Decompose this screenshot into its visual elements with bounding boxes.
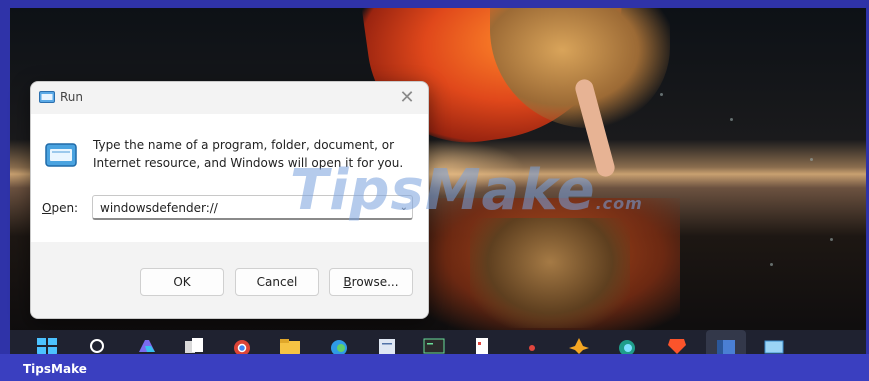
edge-dev-icon[interactable] — [615, 336, 639, 354]
wallpaper-reflection-fabric — [470, 218, 630, 328]
task-view-icon[interactable] — [182, 336, 206, 354]
open-input-value[interactable]: windowsdefender:// — [100, 201, 218, 215]
taskbar — [10, 330, 866, 354]
browse-button[interactable]: Browse... — [329, 268, 413, 296]
close-icon: ✕ — [399, 87, 415, 108]
run-dialog-titlebar[interactable]: Run ✕ — [31, 82, 428, 114]
run-dialog-footer: OK Cancel Browse... — [31, 242, 428, 318]
run-program-icon — [45, 143, 77, 167]
search-icon[interactable] — [85, 336, 109, 354]
wallpaper-sparkle — [830, 238, 833, 241]
brave-icon[interactable] — [665, 336, 689, 354]
app-icon[interactable] — [470, 336, 494, 354]
run-icon — [39, 91, 55, 103]
edge-icon[interactable] — [327, 336, 351, 354]
tipsmake-watermark: TipsMake.com — [290, 158, 643, 223]
close-button[interactable]: ✕ — [394, 86, 420, 110]
wallpaper-sparkle — [810, 158, 813, 161]
terminal-icon[interactable] — [422, 336, 446, 354]
watermark-text: TipsMake — [290, 158, 596, 223]
browse-mnemonic: B — [343, 275, 352, 289]
ok-button[interactable]: OK — [140, 268, 224, 296]
wallpaper-sparkle — [660, 93, 663, 96]
watermark-suffix: .com — [595, 194, 643, 213]
browse-label: rowse... — [351, 275, 399, 289]
brand-bar: TipsMake — [0, 354, 869, 381]
open-label: Open: — [42, 201, 78, 215]
wallpaper-sparkle — [770, 263, 773, 266]
start-icon[interactable] — [35, 336, 59, 354]
cancel-button[interactable]: Cancel — [235, 268, 319, 296]
notepad-icon[interactable] — [375, 336, 399, 354]
paint-icon[interactable] — [520, 336, 544, 354]
chrome-icon[interactable] — [230, 336, 254, 354]
open-label-text: pen: — [51, 201, 79, 215]
brand-label: TipsMake — [23, 362, 87, 376]
photos-icon[interactable] — [567, 336, 591, 354]
remote-desktop-icon[interactable] — [762, 336, 786, 354]
wallpaper-sparkle — [730, 118, 733, 121]
file-explorer-icon[interactable] — [278, 336, 302, 354]
run-dialog-title: Run — [60, 90, 84, 104]
word-icon[interactable] — [714, 336, 738, 354]
copilot-icon[interactable] — [135, 336, 159, 354]
